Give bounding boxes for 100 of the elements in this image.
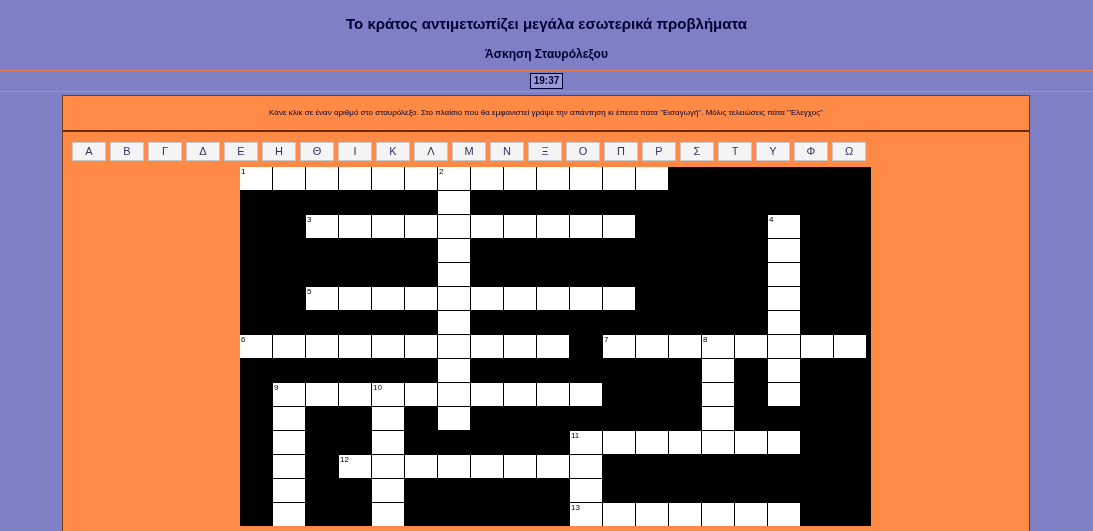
clue-number[interactable]: 5 [307,287,312,296]
crossword-cell[interactable] [702,431,734,454]
letter-button[interactable]: Β [110,142,144,161]
crossword-cell[interactable] [372,335,404,358]
crossword-cell[interactable] [471,383,503,406]
crossword-cell[interactable] [504,167,536,190]
crossword-cell[interactable] [669,335,701,358]
crossword-cell[interactable] [537,455,569,478]
crossword-cell[interactable] [669,431,701,454]
crossword-cell[interactable] [273,335,305,358]
crossword-cell[interactable] [537,335,569,358]
crossword-cell[interactable] [372,287,404,310]
crossword-cell[interactable] [372,455,404,478]
crossword-cell[interactable] [768,311,800,334]
letter-button[interactable]: Α [72,142,106,161]
crossword-cell[interactable] [702,383,734,406]
crossword-cell[interactable] [273,407,305,430]
crossword-cell[interactable]: 4 [768,215,800,238]
crossword-cell[interactable] [768,359,800,382]
letter-button[interactable]: Ω [832,142,866,161]
clue-number[interactable]: 6 [241,335,246,344]
crossword-cell[interactable]: 1 [240,167,272,190]
crossword-cell[interactable] [339,383,371,406]
crossword-cell[interactable] [438,455,470,478]
crossword-cell[interactable] [405,215,437,238]
crossword-cell[interactable] [702,503,734,526]
crossword-cell[interactable] [471,167,503,190]
letter-button[interactable]: Υ [756,142,790,161]
letter-button[interactable]: Ξ [528,142,562,161]
crossword-cell[interactable] [768,239,800,262]
crossword-cell[interactable] [603,503,635,526]
crossword-cell[interactable] [405,383,437,406]
clue-number[interactable]: 12 [340,455,349,464]
crossword-cell[interactable] [537,167,569,190]
crossword-cell[interactable] [471,215,503,238]
clue-number[interactable]: 1 [241,167,246,176]
crossword-cell[interactable] [768,335,800,358]
crossword-cell[interactable] [504,335,536,358]
letter-button[interactable]: Μ [452,142,486,161]
letter-button[interactable]: Λ [414,142,448,161]
crossword-cell[interactable] [570,455,602,478]
crossword-cell[interactable] [735,503,767,526]
crossword-cell[interactable] [438,311,470,334]
clue-number[interactable]: 4 [769,215,774,224]
crossword-cell[interactable] [471,455,503,478]
clue-number[interactable]: 8 [703,335,708,344]
crossword-cell[interactable] [372,431,404,454]
crossword-cell[interactable]: 6 [240,335,272,358]
crossword-cell[interactable] [438,407,470,430]
crossword-cell[interactable] [768,383,800,406]
crossword-cell[interactable] [636,503,668,526]
crossword-cell[interactable]: 9 [273,383,305,406]
letter-button[interactable]: Τ [718,142,752,161]
letter-button[interactable]: Ο [566,142,600,161]
crossword-cell[interactable] [405,455,437,478]
crossword-cell[interactable] [438,191,470,214]
crossword-cell[interactable] [372,215,404,238]
crossword-cell[interactable]: 10 [372,383,404,406]
crossword-cell[interactable] [405,167,437,190]
crossword-cell[interactable] [438,359,470,382]
clue-number[interactable]: 9 [274,383,279,392]
clue-number[interactable]: 13 [571,503,580,512]
crossword-cell[interactable] [471,287,503,310]
crossword-cell[interactable] [504,383,536,406]
crossword-cell[interactable] [372,167,404,190]
crossword-cell[interactable] [438,335,470,358]
crossword-cell[interactable] [570,167,602,190]
crossword-cell[interactable] [339,167,371,190]
letter-button[interactable]: Δ [186,142,220,161]
letter-button[interactable]: Σ [680,142,714,161]
crossword-cell[interactable] [438,215,470,238]
crossword-cell[interactable]: 8 [702,335,734,358]
clue-number[interactable]: 10 [373,383,382,392]
crossword-cell[interactable] [834,335,866,358]
crossword-cell[interactable] [603,431,635,454]
crossword-cell[interactable] [438,263,470,286]
clue-number[interactable]: 11 [571,431,580,440]
crossword-cell[interactable] [405,287,437,310]
crossword-cell[interactable] [570,215,602,238]
crossword-cell[interactable] [735,335,767,358]
crossword-cell[interactable] [273,431,305,454]
clue-number[interactable]: 7 [604,335,609,344]
crossword-cell[interactable] [537,287,569,310]
crossword-cell[interactable]: 12 [339,455,371,478]
crossword-cell[interactable] [570,479,602,502]
crossword-cell[interactable]: 11 [570,431,602,454]
crossword-cell[interactable] [636,167,668,190]
crossword-cell[interactable] [372,479,404,502]
crossword-cell[interactable] [405,335,437,358]
letter-button[interactable]: Π [604,142,638,161]
crossword-cell[interactable] [273,479,305,502]
crossword-cell[interactable] [801,335,833,358]
crossword-cell[interactable] [372,407,404,430]
crossword-cell[interactable] [273,167,305,190]
crossword-cell[interactable] [669,503,701,526]
crossword-cell[interactable]: 2 [438,167,470,190]
crossword-cell[interactable] [372,503,404,526]
crossword-cell[interactable] [471,335,503,358]
letter-button[interactable]: Γ [148,142,182,161]
crossword-cell[interactable] [603,215,635,238]
